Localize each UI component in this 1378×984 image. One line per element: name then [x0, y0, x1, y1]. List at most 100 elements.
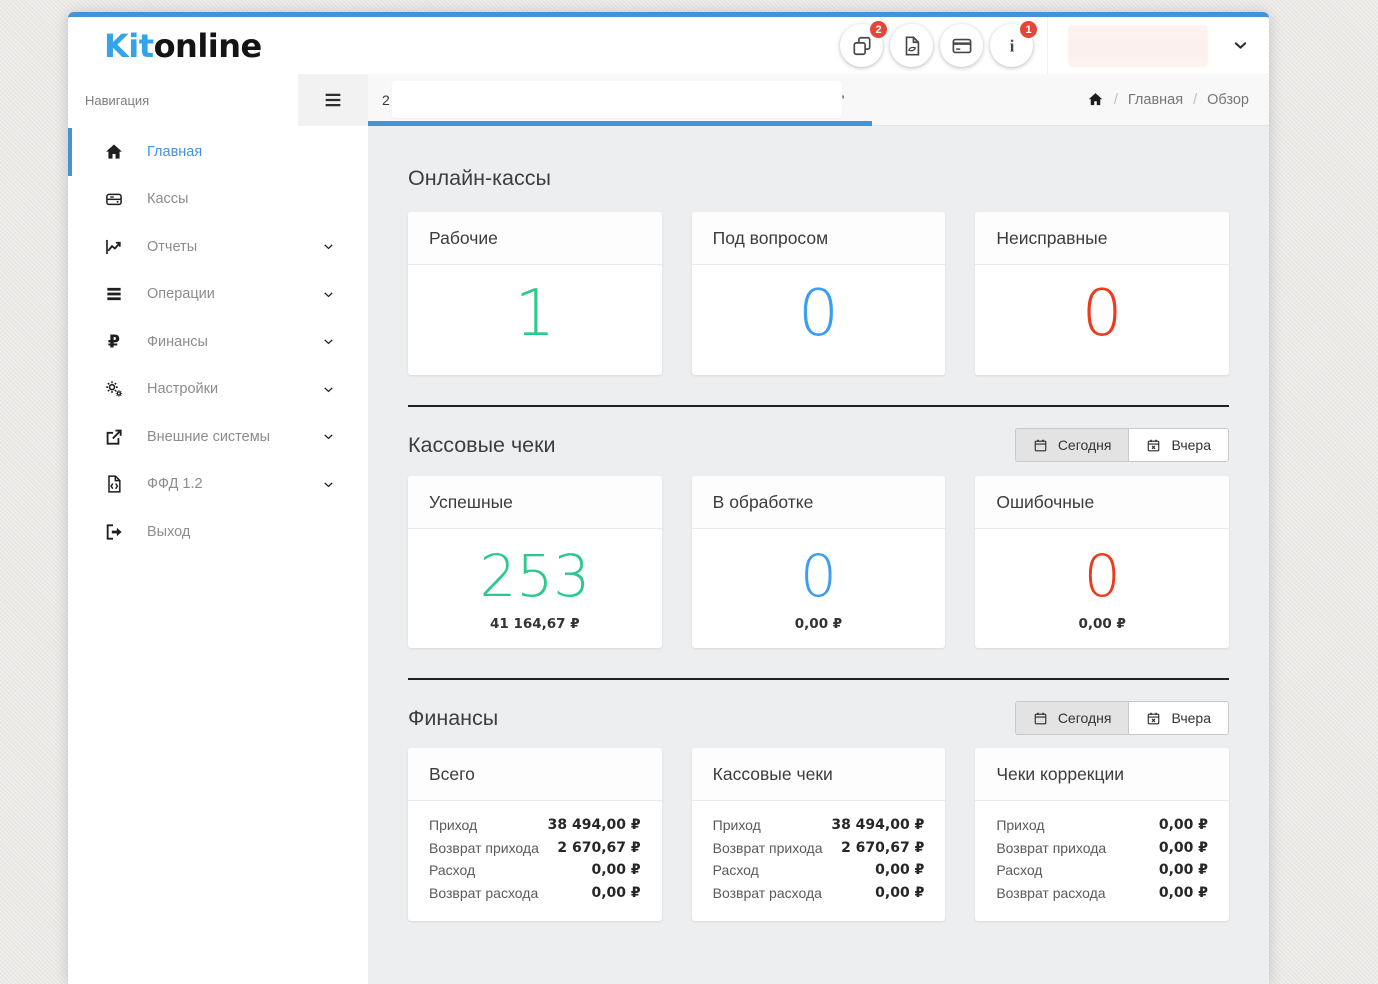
sidebar-item-reports[interactable]: Отчеты: [68, 223, 368, 271]
sidebar-item-settings[interactable]: Настройки: [68, 366, 368, 414]
stat-card-body: 0: [975, 265, 1229, 375]
section-title-finances: Финансы: [408, 705, 499, 730]
stat-card-body: 1: [408, 265, 662, 375]
top-toolbar: 2 ' / Главная / Обзор: [368, 74, 1269, 126]
finance-row: Возврат прихода 0,00 ₽: [996, 837, 1208, 860]
receipts-section-head: Кассовые чеки Сегодня Вчера: [408, 428, 1229, 462]
finance-row: Приход 0,00 ₽: [996, 814, 1208, 837]
sidebar-toggle-button[interactable]: [298, 74, 368, 126]
sidebar-item-home[interactable]: Главная: [68, 128, 368, 176]
sidebar-item-ffd[interactable]: ФФД 1.2: [68, 461, 368, 509]
period-button-label: Сегодня: [1057, 437, 1112, 453]
stat-card-value: 0: [1081, 277, 1123, 351]
finance-row-label: Возврат прихода: [712, 839, 823, 856]
sidebar-item-external-systems[interactable]: Внешние системы: [68, 413, 368, 461]
sidebar-item-label: Главная: [147, 143, 203, 160]
finance-card-title: Кассовые чеки: [691, 748, 946, 801]
finance-row-value: 0,00 ₽: [1158, 817, 1208, 833]
stat-card-body: 0 0,00 ₽: [975, 529, 1229, 648]
info-icon: i: [1001, 35, 1023, 57]
credit-card-icon: [951, 35, 973, 57]
finance-row-label: Приход: [429, 817, 478, 833]
app-header: Kitonline 2 i1: [68, 17, 1269, 74]
section-divider: [408, 678, 1229, 680]
finance-row: Возврат расхода 0,00 ₽: [996, 882, 1208, 905]
nav-label: Навигация: [85, 92, 150, 108]
settings-icon: [103, 379, 125, 399]
finance-row: Возврат расхода 0,00 ₽: [713, 882, 925, 905]
brand-logo[interactable]: Kitonline: [68, 27, 262, 65]
sidebar-item-label: Финансы: [147, 333, 208, 350]
finance-row-value: 0,00 ₽: [875, 862, 925, 878]
stat-card: Неисправные 0: [975, 212, 1229, 375]
stat-card-title: Под вопросом: [691, 212, 946, 265]
today-button[interactable]: Сегодня: [1015, 702, 1129, 734]
finance-row-value: 0,00 ₽: [1158, 839, 1208, 856]
finance-row-label: Возврат прихода: [996, 839, 1107, 856]
sidebar-item-label: Настройки: [147, 381, 219, 398]
stat-card-amount: 0,00 ₽: [794, 616, 843, 632]
section-divider: [408, 405, 1229, 407]
sidebar-item-kassy[interactable]: Кассы: [68, 176, 368, 224]
finance-card: Чеки коррекции Приход 0,00 ₽ Возврат приход…: [975, 748, 1229, 921]
main-content: Онлайн-кассы Рабочие 1 Под вопросом 0 Неиспр…: [368, 126, 1269, 984]
stat-card-title: Неисправные: [975, 212, 1229, 265]
finance-row-label: Расход: [996, 862, 1043, 878]
copy-icon: [851, 35, 873, 57]
sidebar-item-finances[interactable]: ₽ Финансы: [68, 318, 368, 366]
finance-row-value: 0,00 ₽: [1158, 862, 1208, 878]
calendar-icon: [1033, 438, 1048, 453]
finances-icon: ₽: [103, 332, 125, 352]
yesterday-button[interactable]: Вчера: [1128, 702, 1228, 734]
sidebar-item-logout[interactable]: Выход: [68, 508, 368, 556]
brand-logo-secondary: online: [153, 26, 263, 65]
info-button[interactable]: i1: [990, 19, 1039, 67]
finance-card-body: Приход 0,00 ₽ Возврат прихода 0,00 ₽ Расход 0…: [975, 801, 1229, 921]
finance-row: Приход 38 494,00 ₽: [429, 814, 641, 837]
finance-row-label: Возврат прихода: [429, 839, 539, 856]
notification-badge: 2: [868, 19, 889, 40]
finance-card-title: Чеки коррекции: [975, 748, 1229, 801]
sidebar-item-label: Кассы: [147, 191, 189, 208]
finances-section-head: Финансы Сегодня Вчера: [408, 701, 1229, 735]
stat-card-value: 0: [1083, 542, 1121, 610]
online-kassy-cards: Рабочие 1 Под вопросом 0 Неисправные 0: [408, 212, 1229, 375]
finance-row-value: 0,00 ₽: [875, 884, 925, 901]
sidebar-item-label: Операции: [147, 286, 215, 303]
stat-card: Успешные 253 41 164,67 ₽: [408, 476, 662, 648]
sidebar-item-operations[interactable]: Операции: [68, 271, 368, 319]
payment-card-button[interactable]: [940, 24, 983, 67]
section-title-online-kassy: Онлайн-кассы: [408, 166, 551, 190]
breadcrumb-item[interactable]: Главная: [1128, 92, 1183, 108]
finance-row: Приход 38 494,00 ₽: [713, 814, 925, 837]
stat-card: Рабочие 1: [408, 212, 662, 375]
user-menu[interactable]: [1047, 17, 1269, 74]
stat-card-body: 253 41 164,67 ₽: [408, 529, 662, 648]
home-icon: [103, 142, 125, 162]
calendar-icon: [1033, 711, 1048, 726]
pdf-export-button[interactable]: [890, 24, 933, 67]
today-button[interactable]: Сегодня: [1015, 429, 1129, 461]
finance-row: Расход 0,00 ₽: [996, 859, 1208, 882]
finance-row: Возврат расхода 0,00 ₽: [429, 882, 641, 905]
finance-row-value: 0,00 ₽: [591, 862, 641, 878]
stat-card: Под вопросом 0: [691, 212, 946, 375]
breadcrumb: / Главная / Обзор: [1087, 91, 1249, 108]
chevron-down-icon: [317, 334, 339, 349]
finance-row-label: Приход: [996, 817, 1045, 833]
chevron-down-icon: [317, 429, 339, 444]
breadcrumb-separator: /: [1193, 91, 1198, 108]
external-systems-icon: [103, 427, 125, 447]
stat-card-title: Рабочие: [408, 212, 662, 265]
stat-card-value: 1: [514, 277, 556, 351]
menu-icon: [322, 89, 344, 111]
finances-period-switch: Сегодня Вчера: [1014, 701, 1229, 735]
yesterday-button[interactable]: Вчера: [1128, 429, 1228, 461]
home-icon[interactable]: [1087, 91, 1104, 108]
copy-docs-button[interactable]: 2: [840, 19, 889, 67]
stat-card-value: 0: [800, 542, 837, 610]
calendar-x-icon: [1146, 711, 1161, 726]
stat-card-amount: 0,00 ₽: [1078, 616, 1126, 632]
kkt-search-input-redacted[interactable]: [391, 81, 842, 118]
brand-logo-primary: Kit: [104, 26, 154, 65]
